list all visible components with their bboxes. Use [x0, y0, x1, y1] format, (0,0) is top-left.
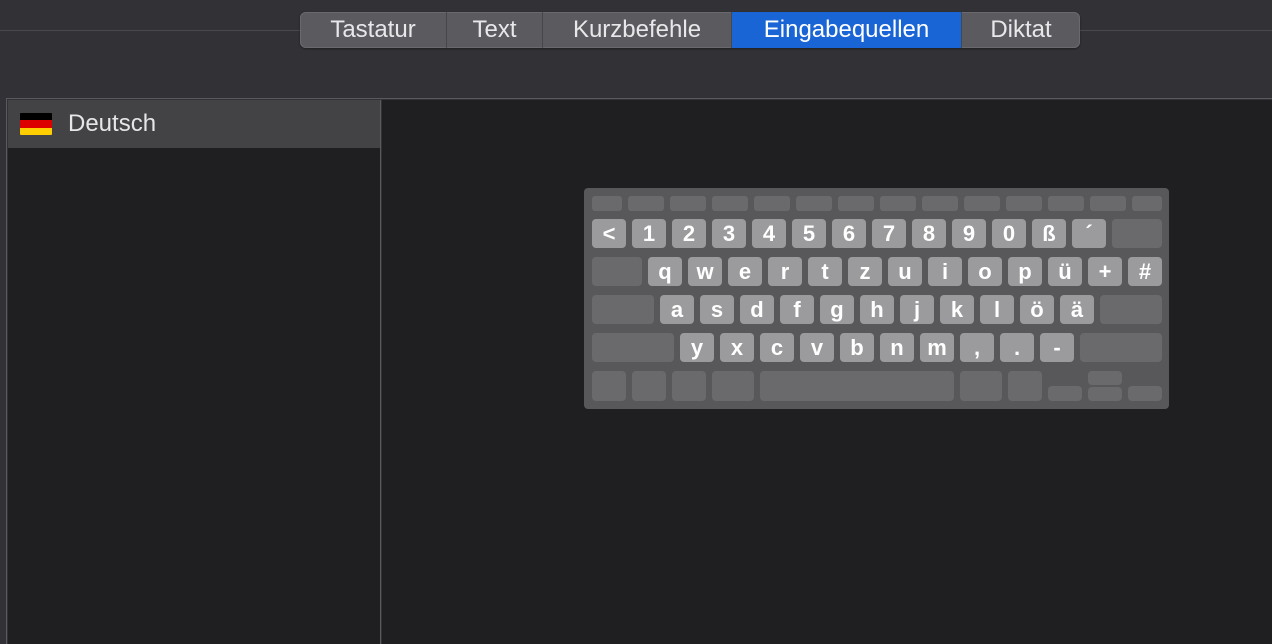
- tab-tastatur[interactable]: Tastatur: [300, 12, 447, 48]
- key-arrow-left: [1048, 386, 1082, 401]
- key: m: [920, 333, 954, 362]
- tab-text[interactable]: Text: [447, 12, 543, 48]
- input-sources-list[interactable]: Deutsch: [8, 100, 381, 644]
- key: ß: [1032, 219, 1066, 248]
- key-return: [1100, 295, 1162, 324]
- key: h: [860, 295, 894, 324]
- key: ´: [1072, 219, 1106, 248]
- key: 2: [672, 219, 706, 248]
- german-flag-icon: [20, 113, 52, 135]
- key: j: [900, 295, 934, 324]
- key-command: [712, 371, 754, 401]
- tab-kurzbefehle[interactable]: Kurzbefehle: [543, 12, 732, 48]
- key: g: [820, 295, 854, 324]
- tab-eingabequellen[interactable]: Eingabequellen: [732, 12, 962, 48]
- key-shift-right: [1080, 333, 1162, 362]
- key-option: [672, 371, 706, 401]
- key: k: [940, 295, 974, 324]
- key-shift-left: [592, 333, 674, 362]
- key: b: [840, 333, 874, 362]
- key: e: [728, 257, 762, 286]
- key: 5: [792, 219, 826, 248]
- key: o: [968, 257, 1002, 286]
- key-command-right: [960, 371, 1002, 401]
- key-option-right: [1008, 371, 1042, 401]
- key: f: [780, 295, 814, 324]
- key: l: [980, 295, 1014, 324]
- key: 1: [632, 219, 666, 248]
- function-key: [964, 196, 1000, 211]
- key: c: [760, 333, 794, 362]
- key-space: [760, 371, 954, 401]
- key: -: [1040, 333, 1074, 362]
- key-arrow-up: [1088, 371, 1122, 385]
- function-key: [880, 196, 916, 211]
- key: 7: [872, 219, 906, 248]
- key: z: [848, 257, 882, 286]
- key-capslock: [592, 295, 654, 324]
- key-arrow-down: [1088, 387, 1122, 401]
- key: a: [660, 295, 694, 324]
- function-key: [1132, 196, 1162, 211]
- key: ü: [1048, 257, 1082, 286]
- key: <: [592, 219, 626, 248]
- key: ä: [1060, 295, 1094, 324]
- key: 4: [752, 219, 786, 248]
- key: t: [808, 257, 842, 286]
- tab-diktat[interactable]: Diktat: [962, 12, 1080, 48]
- key: v: [800, 333, 834, 362]
- key: #: [1128, 257, 1162, 286]
- key: n: [880, 333, 914, 362]
- key: 6: [832, 219, 866, 248]
- key-fn: [592, 371, 626, 401]
- key: 9: [952, 219, 986, 248]
- keyboard-layout-preview: <1 2 3 4 5 6 7 8 9 0 ß ´ q w e r t z u i o p ü + # a s d f g h j k l ö ä y x c…: [584, 188, 1169, 409]
- key: x: [720, 333, 754, 362]
- input-source-deutsch[interactable]: Deutsch: [8, 100, 380, 148]
- segmented-tab-control: Tastatur Text Kurzbefehle Eingabequellen…: [300, 12, 1080, 48]
- key: 3: [712, 219, 746, 248]
- key: ,: [960, 333, 994, 362]
- function-key: [1048, 196, 1084, 211]
- key: 8: [912, 219, 946, 248]
- function-key: [1006, 196, 1042, 211]
- function-key: [712, 196, 748, 211]
- key: y: [680, 333, 714, 362]
- function-key: [1090, 196, 1126, 211]
- key: u: [888, 257, 922, 286]
- function-key: [592, 196, 622, 211]
- key: s: [700, 295, 734, 324]
- function-key: [754, 196, 790, 211]
- input-source-label: Deutsch: [68, 110, 157, 137]
- key: i: [928, 257, 962, 286]
- key: d: [740, 295, 774, 324]
- key-control: [632, 371, 666, 401]
- function-key: [796, 196, 832, 211]
- key: r: [768, 257, 802, 286]
- key-tab: [592, 257, 642, 286]
- function-key: [922, 196, 958, 211]
- function-key: [628, 196, 664, 211]
- key-arrow-right: [1128, 386, 1162, 401]
- key: w: [688, 257, 722, 286]
- key: ö: [1020, 295, 1054, 324]
- key: 0: [992, 219, 1026, 248]
- key: p: [1008, 257, 1042, 286]
- function-key: [838, 196, 874, 211]
- key: .: [1000, 333, 1034, 362]
- key: +: [1088, 257, 1122, 286]
- function-key: [670, 196, 706, 211]
- key: q: [648, 257, 682, 286]
- key-backspace: [1112, 219, 1162, 248]
